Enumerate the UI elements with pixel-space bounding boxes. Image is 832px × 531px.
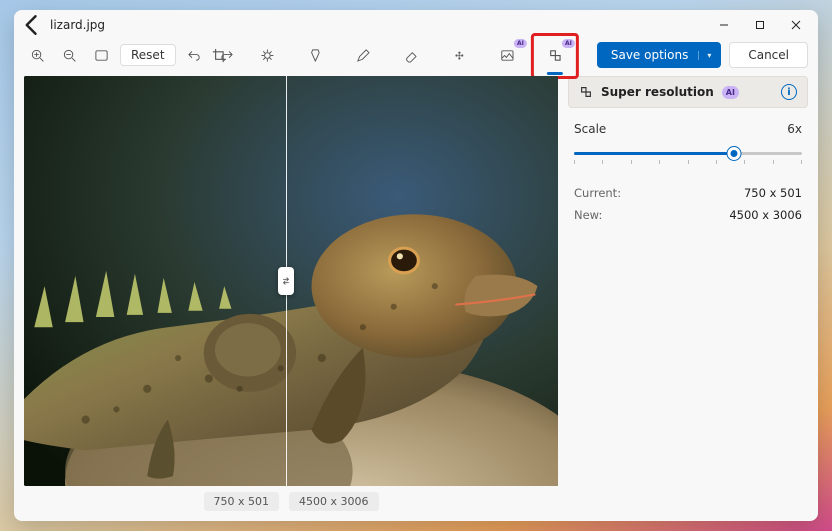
fit-button[interactable] — [88, 42, 114, 68]
arrow-left-icon — [18, 11, 46, 39]
eraser-icon — [403, 48, 418, 63]
current-label: Current: — [574, 186, 621, 200]
cancel-button[interactable]: Cancel — [729, 42, 808, 68]
super-res-icon — [547, 48, 562, 63]
slider-thumb[interactable] — [727, 147, 740, 160]
dimension-labels: 750 x 501 4500 x 3006 — [204, 492, 379, 511]
super-res-icon — [579, 85, 593, 99]
minimize-icon — [719, 20, 729, 30]
brightness-icon — [259, 48, 274, 63]
compare-handle[interactable] — [278, 267, 294, 295]
close-icon — [791, 20, 801, 30]
swap-horizontal-icon — [281, 276, 291, 286]
ai-badge-icon: AI — [514, 39, 527, 48]
ai-pill: AI — [722, 86, 739, 99]
crop-icon — [211, 48, 226, 63]
save-label: Save options — [611, 48, 688, 62]
save-options-button[interactable]: Save options ▾ — [597, 42, 721, 68]
panel-title: Super resolution — [601, 85, 714, 99]
scale-label: Scale — [574, 122, 606, 136]
original-dimension-chip: 750 x 501 — [204, 492, 280, 511]
canvas-wrap: 750 x 501 4500 x 3006 — [24, 76, 558, 511]
scale-value: 6x — [787, 122, 802, 136]
undo-icon — [187, 48, 202, 63]
super-resolution-tool[interactable]: AI — [541, 41, 569, 69]
filter-tool[interactable] — [301, 41, 329, 69]
blur-icon — [451, 48, 466, 63]
chevron-down-icon: ▾ — [698, 51, 711, 60]
minimize-button[interactable] — [706, 11, 742, 39]
new-label: New: — [574, 208, 602, 222]
pen-icon — [355, 48, 370, 63]
maximize-icon — [755, 20, 765, 30]
info-button[interactable]: i — [781, 84, 797, 100]
blur-tool[interactable] — [445, 41, 473, 69]
slider-ticks — [574, 160, 802, 164]
crop-tool[interactable] — [205, 41, 233, 69]
zoom-in-icon — [30, 48, 45, 63]
back-button[interactable] — [18, 11, 46, 39]
panel-body: Scale 6x Current: 750 x 501 New: — [568, 108, 808, 244]
new-value: 4500 x 3006 — [729, 208, 802, 222]
adjust-tool[interactable] — [253, 41, 281, 69]
panel-header: Super resolution AI i — [568, 76, 808, 108]
zoom-out-icon — [62, 48, 77, 63]
fit-icon — [94, 48, 109, 63]
maximize-button[interactable] — [742, 11, 778, 39]
reset-button[interactable]: Reset — [120, 44, 176, 66]
toolbar: Reset AI AI Save options ▾ — [14, 40, 818, 76]
tool-group: AI AI — [205, 41, 569, 69]
close-button[interactable] — [778, 11, 814, 39]
remove-bg-icon — [499, 48, 514, 63]
content-area: 750 x 501 4500 x 3006 Super resolution A… — [14, 76, 818, 521]
erase-tool[interactable] — [397, 41, 425, 69]
markup-tool[interactable] — [349, 41, 377, 69]
titlebar: lizard.jpg — [14, 10, 818, 40]
app-window: lizard.jpg Reset AI AI — [14, 10, 818, 521]
image-canvas[interactable] — [24, 76, 558, 486]
slider-fill — [574, 152, 734, 155]
new-dimension-chip: 4500 x 3006 — [289, 492, 379, 511]
filename-label: lizard.jpg — [50, 18, 105, 32]
ai-badge-icon: AI — [562, 39, 575, 48]
undo-button[interactable] — [182, 42, 208, 68]
active-tool-indicator — [547, 72, 563, 75]
zoom-in-button[interactable] — [24, 42, 50, 68]
zoom-out-button[interactable] — [56, 42, 82, 68]
scale-slider[interactable] — [574, 146, 802, 172]
side-panel: Super resolution AI i Scale 6x — [568, 76, 808, 511]
current-value: 750 x 501 — [744, 186, 802, 200]
remove-background-tool[interactable]: AI — [493, 41, 521, 69]
filter-icon — [307, 48, 322, 63]
